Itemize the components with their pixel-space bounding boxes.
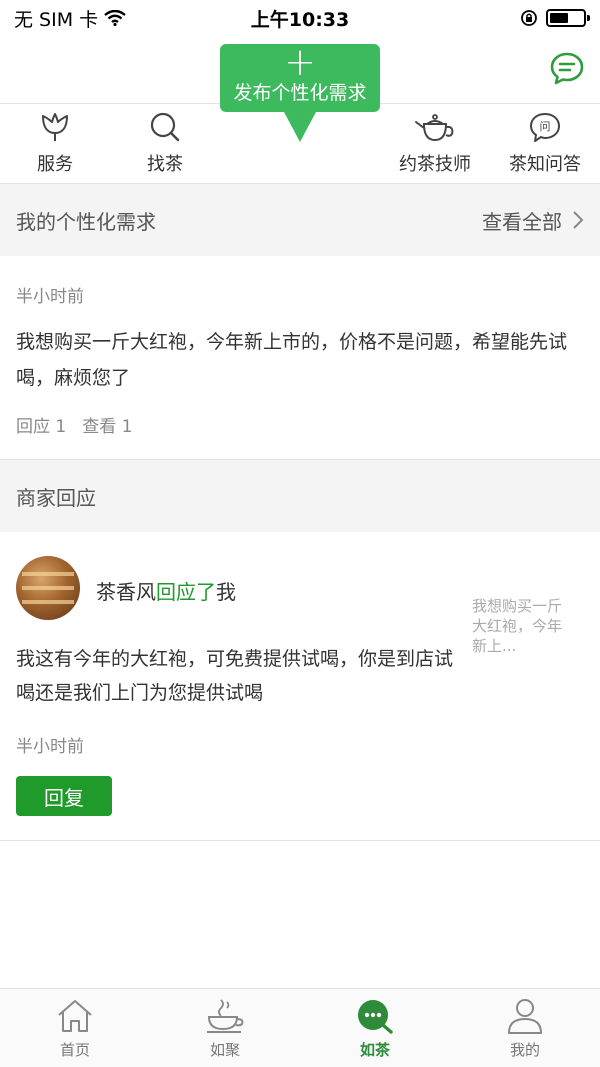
tea-cup-icon [207, 999, 244, 1033]
plus-icon: + [284, 40, 316, 84]
question-bubble-icon: 问 [530, 113, 560, 142]
teapot-icon [415, 114, 454, 142]
rotation-lock-icon [521, 10, 537, 26]
carrier-label: 无 SIM 卡 [14, 8, 99, 31]
request-time: 半小时前 [16, 287, 84, 307]
publish-label: 发布个性化需求 [233, 82, 367, 104]
chat-dots-icon [358, 1000, 393, 1034]
quick-nav-label: 服务 [37, 154, 73, 175]
responses-title: 商家回应 [16, 485, 96, 510]
tab-mine[interactable]: 我的 [450, 989, 600, 1067]
quick-nav-label: 找茶 [147, 154, 183, 175]
response-target: 我 [216, 580, 236, 604]
search-icon [150, 112, 180, 142]
reply-count: 回应 1 [16, 417, 67, 437]
tab-label: 如聚 [209, 1041, 240, 1059]
message-icon[interactable] [548, 50, 586, 88]
view-all-label: 查看全部 [482, 209, 562, 234]
battery-level [550, 13, 568, 23]
quoted-request[interactable]: 我想购买一斤大红袍，今年新上... [472, 596, 572, 656]
tab-label: 我的 [509, 1041, 540, 1059]
tab-label: 首页 [59, 1041, 90, 1059]
merchant-name[interactable]: 茶香风 [96, 580, 156, 604]
tab-bar: 首页 如聚 如茶 我的 [0, 988, 600, 1067]
reply-button[interactable]: 回复 [16, 776, 112, 816]
chevron-right-icon [573, 211, 584, 229]
my-requests-title: 我的个性化需求 [16, 209, 156, 234]
quick-nav-label: 约茶技师 [399, 154, 471, 175]
tab-home[interactable]: 首页 [0, 989, 150, 1067]
response-card[interactable]: 茶香风回应了我 我想购买一斤大红袍，今年新上... 我这有今年的大红袍，可免费提… [0, 532, 600, 841]
response-text: 我这有今年的大红袍，可免费提供试喝，你是到店试喝还是我们上门为您提供试喝 [16, 648, 454, 704]
merchant-avatar[interactable] [16, 556, 80, 620]
battery-icon [546, 9, 590, 27]
status-left: 无 SIM 卡 [14, 5, 126, 32]
tab-tea[interactable]: 如茶 [300, 989, 450, 1067]
svg-text:问: 问 [540, 120, 551, 133]
status-right [520, 9, 590, 27]
wifi-icon [104, 10, 126, 26]
quick-nav-label: 茶知问答 [509, 154, 581, 175]
tab-gather[interactable]: 如聚 [150, 989, 300, 1067]
quick-nav-tea-master[interactable]: 约茶技师 [380, 112, 490, 176]
view-count: 查看 1 [82, 417, 133, 437]
response-time: 半小时前 [16, 737, 84, 757]
tab-label: 如茶 [359, 1041, 390, 1059]
quick-nav-service[interactable]: 服务 [0, 112, 110, 176]
responses-header: 商家回应 [0, 460, 600, 532]
response-title: 茶香风回应了我 [96, 576, 236, 605]
view-all-link[interactable]: 查看全部 [482, 206, 584, 235]
publish-request-button[interactable]: + 发布个性化需求 [220, 40, 380, 142]
my-requests-header: 我的个性化需求 查看全部 [0, 184, 600, 256]
quick-nav-tea-qa[interactable]: 问 茶知问答 [490, 112, 600, 176]
request-text: 我想购买一斤大红袍，今年新上市的，价格不是问题，希望能先试喝，麻烦您了 [16, 331, 568, 389]
response-action: 回应了 [156, 580, 216, 604]
status-bar: 无 SIM 卡 上午10:33 [0, 0, 600, 36]
home-icon [58, 1000, 92, 1032]
request-card[interactable]: 半小时前 我想购买一斤大红袍，今年新上市的，价格不是问题，希望能先试喝，麻烦您了… [0, 256, 600, 460]
tulip-icon [42, 113, 68, 141]
request-stats: 回应 1 查看 1 [16, 412, 132, 437]
user-icon [508, 999, 542, 1034]
quick-nav-find-tea[interactable]: 找茶 [110, 112, 220, 176]
